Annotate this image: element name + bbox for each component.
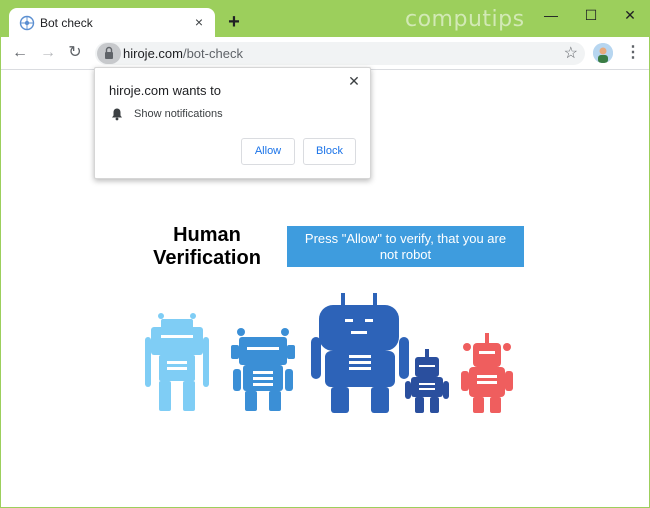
allow-button[interactable]: Allow [241, 138, 295, 165]
bell-icon [112, 108, 122, 121]
new-tab-button[interactable]: + [225, 12, 243, 32]
instruction-banner: Press "Allow" to verify, that you are no… [287, 226, 524, 267]
star-icon[interactable]: ☆ [564, 43, 578, 63]
instruction-line-2: not robot [379, 247, 432, 262]
reload-button[interactable]: ↻ [65, 43, 85, 63]
popup-title: hiroje.com wants to [109, 83, 221, 98]
robot-navy [405, 349, 449, 413]
watermark: computips [405, 7, 525, 32]
site-info-button[interactable] [97, 43, 121, 64]
tab-bot-check[interactable]: Bot check × [9, 8, 215, 37]
tab-favicon-icon [19, 15, 35, 31]
url-path: /bot-check [182, 46, 243, 61]
robot-dark-blue [311, 293, 409, 413]
robots-illustration [145, 293, 513, 413]
notification-permission-popup: hiroje.com wants to ✕ Show notifications… [94, 67, 371, 179]
title-bar: Bot check × + computips — ☐ ✕ [1, 1, 649, 37]
permission-label: Show notifications [134, 108, 223, 120]
address-bar[interactable]: hiroje.com/bot-check ☆ [95, 42, 585, 65]
robot-mid-blue [231, 328, 295, 411]
close-icon[interactable]: ✕ [347, 73, 361, 90]
forward-button[interactable]: → [38, 43, 58, 63]
heading-line-2: Verification [153, 247, 261, 269]
url-host: hiroje.com [123, 46, 183, 61]
heading-line-1: Human [173, 224, 241, 246]
toolbar: ← → ↻ hiroje.com/bot-check ☆ ⋮ [1, 37, 649, 70]
instruction-line-1: Press "Allow" to verify, that you are [304, 231, 507, 246]
lock-icon [105, 46, 113, 59]
window-close-button[interactable]: ✕ [617, 5, 643, 25]
page-heading: Human Verification [143, 224, 271, 270]
tab-title: Bot check [40, 16, 93, 30]
menu-button[interactable]: ⋮ [625, 43, 641, 63]
avatar[interactable] [593, 43, 613, 63]
robot-red [461, 333, 513, 413]
minimize-button[interactable]: — [538, 5, 564, 25]
browser-window: Bot check × + computips — ☐ ✕ ← → ↻ hiro… [0, 0, 650, 508]
maximize-button[interactable]: ☐ [578, 5, 604, 25]
back-button[interactable]: ← [10, 43, 30, 63]
tab-close-icon[interactable]: × [191, 14, 207, 30]
avatar-icon [593, 43, 613, 63]
block-button[interactable]: Block [303, 138, 356, 165]
url-text: hiroje.com/bot-check [123, 46, 243, 61]
